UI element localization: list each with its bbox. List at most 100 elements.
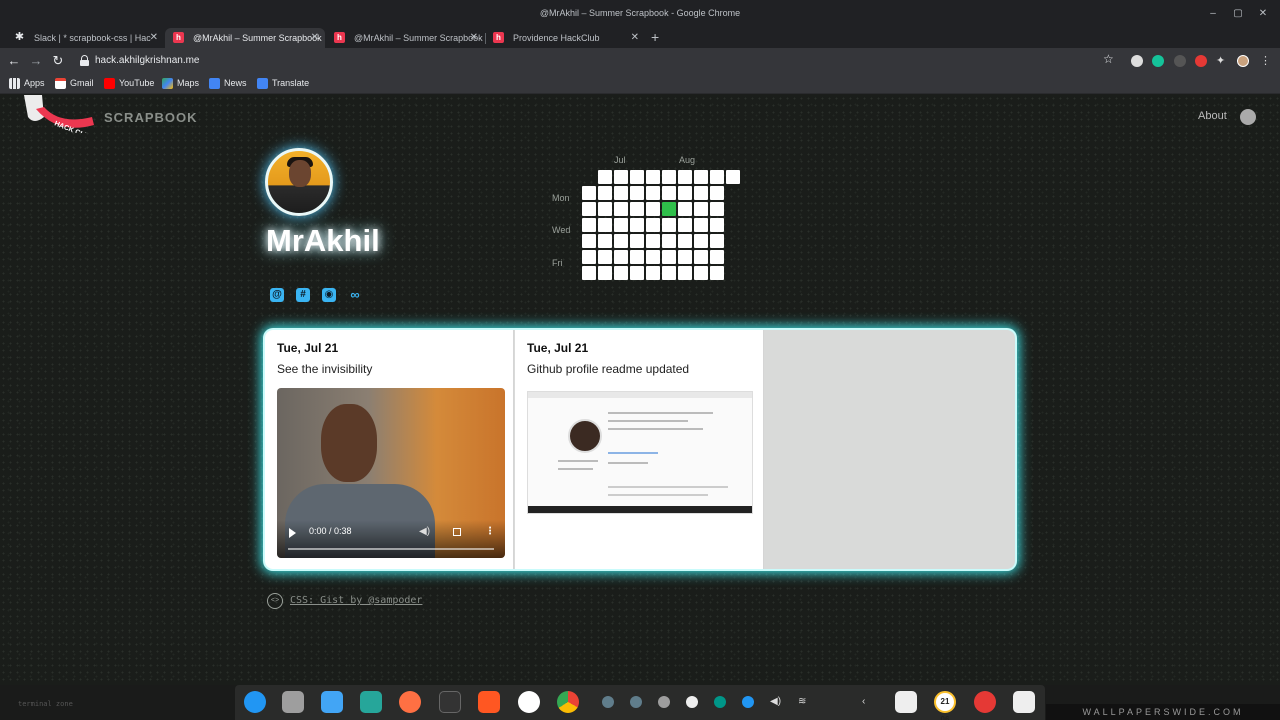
tray-expand-icon[interactable]: ‹ — [862, 696, 874, 708]
heatmap-cell[interactable] — [646, 250, 660, 264]
minimize-icon[interactable]: – — [1205, 6, 1221, 22]
menu-kebab-icon[interactable]: ⋮ — [1260, 55, 1272, 67]
heatmap-cell[interactable] — [678, 218, 692, 232]
video-menu-icon[interactable]: ⋮ — [485, 526, 495, 537]
volume-icon[interactable]: ◀) — [770, 696, 782, 708]
clock-widget[interactable]: 21 06 — [934, 691, 956, 720]
heatmap-cell[interactable] — [678, 186, 692, 200]
heatmap-cell[interactable] — [662, 202, 676, 216]
heatmap-cell[interactable] — [662, 186, 676, 200]
post-image[interactable] — [527, 391, 753, 514]
heatmap-cell[interactable] — [582, 234, 596, 248]
heatmap-cell[interactable] — [710, 202, 724, 216]
close-tab-icon[interactable]: ✕ — [470, 32, 478, 43]
tray-dropbox-icon[interactable] — [742, 696, 754, 708]
heatmap-cell[interactable] — [614, 234, 628, 248]
heatmap-cell[interactable] — [678, 234, 692, 248]
css-credit-link[interactable]: CSS: Gist by @sampoder — [290, 595, 422, 606]
chrome-icon[interactable] — [557, 691, 579, 713]
bookmark-maps[interactable]: Maps — [162, 78, 199, 89]
heatmap-cell[interactable] — [694, 170, 708, 184]
close-tab-icon[interactable]: ✕ — [150, 32, 158, 43]
close-tab-icon[interactable]: ✕ — [311, 32, 319, 43]
heatmap-cell[interactable] — [630, 202, 644, 216]
heatmap-cell[interactable] — [614, 266, 628, 280]
heatmap-cell[interactable] — [582, 218, 596, 232]
heatmap-cell[interactable] — [598, 170, 612, 184]
puzzle-icon[interactable]: ✦ — [1216, 55, 1228, 67]
heatmap-cell[interactable] — [678, 170, 692, 184]
tab-scrapbook[interactable]: h @MrAkhil – Summer Scrapbook ✕ — [326, 28, 484, 48]
launcher-icon[interactable] — [244, 691, 266, 713]
heatmap-cell[interactable] — [678, 266, 692, 280]
profile-avatar[interactable] — [1237, 55, 1249, 67]
hackclub-logo[interactable]: HACK CLUB — [22, 95, 94, 133]
firefox-icon[interactable] — [399, 691, 421, 713]
heatmap-cell[interactable] — [630, 250, 644, 264]
heatmap-cell[interactable] — [646, 266, 660, 280]
tab-scrapbook-active[interactable]: h @MrAkhil – Summer Scrapbook ✕ — [165, 28, 325, 48]
new-tab-icon[interactable]: + — [651, 30, 665, 44]
files-icon[interactable] — [282, 691, 304, 713]
heatmap-cell[interactable] — [598, 218, 612, 232]
heatmap-cell[interactable] — [662, 250, 676, 264]
bookmark-translate[interactable]: Translate — [257, 78, 309, 89]
heatmap-cell[interactable] — [582, 250, 596, 264]
fullscreen-icon[interactable] — [453, 528, 461, 536]
heatmap-cell[interactable] — [710, 186, 724, 200]
tab-providence[interactable]: h Providence HackClub ✕ — [485, 28, 645, 48]
address-bar[interactable]: hack.akhilgkrishnan.me — [70, 51, 1124, 71]
post-video[interactable]: 0:00 / 0:38 ◀) ⋮ — [277, 388, 505, 558]
site-brand[interactable]: SCRAPBOOK — [104, 110, 198, 125]
extension-icon[interactable] — [1174, 55, 1186, 67]
heatmap-cell[interactable] — [678, 250, 692, 264]
heatmap-cell[interactable] — [710, 234, 724, 248]
heatmap-cell[interactable] — [726, 170, 740, 184]
tray-slack-icon[interactable] — [630, 696, 642, 708]
heatmap-cell[interactable] — [598, 266, 612, 280]
heatmap-cell[interactable] — [630, 266, 644, 280]
heatmap-cell[interactable] — [630, 186, 644, 200]
bookmark-star-icon[interactable]: ☆ — [1103, 52, 1114, 66]
play-icon[interactable] — [289, 528, 296, 538]
heatmap-cell[interactable] — [694, 266, 708, 280]
heatmap-cell[interactable] — [646, 186, 660, 200]
heatmap-cell[interactable] — [646, 218, 660, 232]
heatmap-cell[interactable] — [662, 218, 676, 232]
heatmap-cell[interactable] — [710, 266, 724, 280]
heatmap-cell[interactable] — [614, 202, 628, 216]
heatmap-cell[interactable] — [694, 202, 708, 216]
github-icon[interactable]: ◉ — [322, 288, 336, 302]
tray-record-icon[interactable] — [686, 696, 698, 708]
post-card[interactable]: Tue, Jul 21 Github profile readme update… — [515, 330, 764, 569]
heatmap-cell[interactable] — [598, 250, 612, 264]
video-progress-bar[interactable] — [288, 548, 494, 550]
slack-icon[interactable]: # — [296, 288, 310, 302]
heatmap-cell[interactable] — [694, 186, 708, 200]
extension-icon[interactable] — [1131, 55, 1143, 67]
heatmap-cell[interactable] — [662, 266, 676, 280]
tray-slack-icon[interactable] — [602, 696, 614, 708]
heatmap-cell[interactable] — [694, 250, 708, 264]
reload-icon[interactable]: ↻ — [50, 53, 66, 69]
heatmap-cell[interactable] — [582, 266, 596, 280]
close-window-icon[interactable]: ✕ — [1255, 6, 1271, 22]
link-icon[interactable]: ∞ — [348, 288, 362, 302]
heatmap-cell[interactable] — [614, 186, 628, 200]
wifi-icon[interactable]: ≋ — [798, 696, 810, 708]
heatmap-cell[interactable] — [598, 234, 612, 248]
window-manager-icon[interactable] — [321, 691, 343, 713]
terminal-icon[interactable] — [439, 691, 461, 713]
heatmap-cell[interactable] — [582, 202, 596, 216]
post-card[interactable]: Tue, Jul 21 See the invisibility 0:00 / … — [265, 330, 514, 569]
heatmap-cell[interactable] — [710, 250, 724, 264]
heatmap-cell[interactable] — [630, 234, 644, 248]
close-tab-icon[interactable]: ✕ — [631, 32, 639, 43]
heatmap-cell[interactable] — [646, 202, 660, 216]
tray-chrome-icon[interactable] — [658, 696, 670, 708]
heatmap-cell[interactable] — [614, 218, 628, 232]
bookmark-apps[interactable]: Apps — [9, 78, 45, 89]
heatmap-cell[interactable] — [614, 170, 628, 184]
heatmap-cell[interactable] — [710, 218, 724, 232]
tab-slack[interactable]: ✱ Slack | * scrapbook-css | Hac ✕ — [6, 28, 164, 48]
